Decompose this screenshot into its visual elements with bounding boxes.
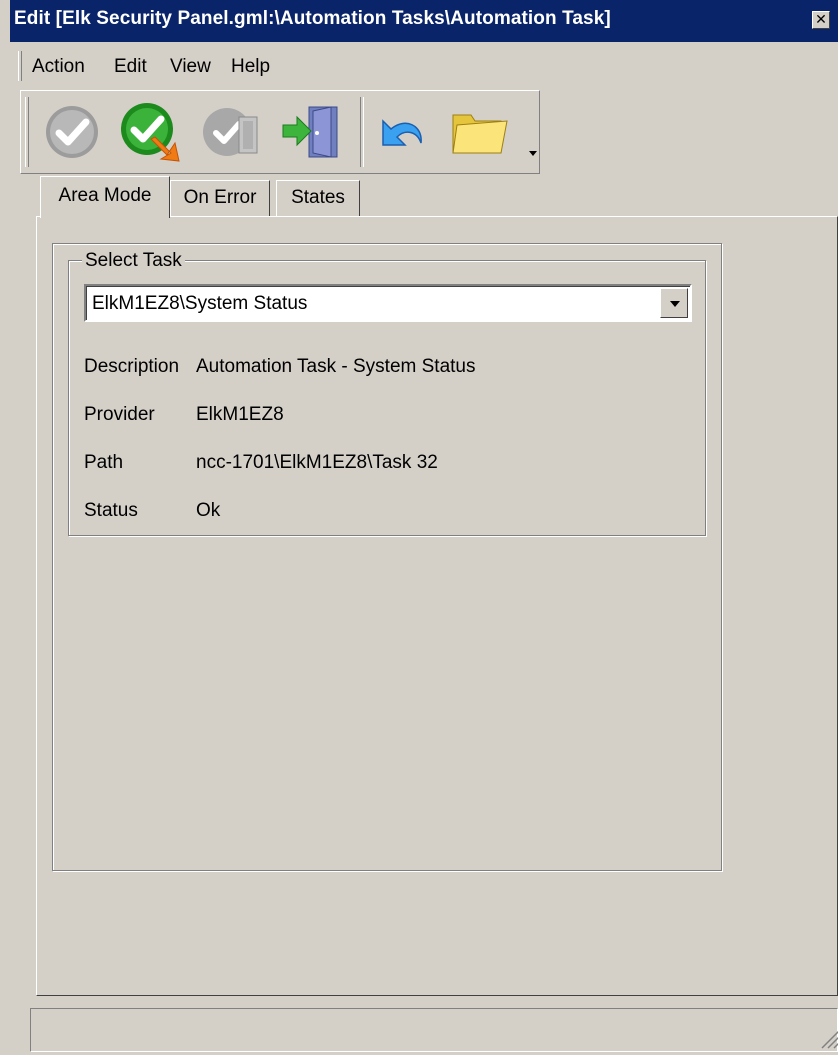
path-value: ncc-1701\ElkM1EZ8\Task 32 xyxy=(196,452,438,473)
task-select[interactable]: ElkM1EZ8\System Status xyxy=(84,284,692,322)
window-title: Edit [Elk Security Panel.gml:\Automation… xyxy=(14,8,611,29)
toolbar-separator xyxy=(360,97,364,167)
select-task-legend: Select Task xyxy=(82,250,185,272)
exit-button[interactable] xyxy=(279,99,345,163)
toolbar-dropdown-icon[interactable] xyxy=(529,151,537,156)
exit-door-icon xyxy=(282,106,338,158)
description-value: Automation Task - System Status xyxy=(196,356,476,377)
toolbar xyxy=(20,90,540,174)
toolbar-grip[interactable] xyxy=(25,97,29,167)
menubar-grip[interactable] xyxy=(18,51,22,81)
check-disabled-icon xyxy=(46,106,98,158)
close-button[interactable]: ✕ xyxy=(812,11,830,29)
description-label: Description xyxy=(84,356,180,377)
check-door-disabled-icon xyxy=(203,108,258,156)
title-bar[interactable]: Edit [Elk Security Panel.gml:\Automation… xyxy=(10,0,838,42)
close-icon: ✕ xyxy=(815,11,827,27)
edit-window: Edit [Elk Security Panel.gml:\Automation… xyxy=(10,0,838,1055)
apply-button[interactable] xyxy=(117,99,183,163)
menu-edit[interactable]: Edit xyxy=(114,56,147,78)
ok-button[interactable] xyxy=(39,99,105,163)
tab-states[interactable]: States xyxy=(276,180,360,216)
path-label: Path xyxy=(84,452,124,473)
chevron-down-icon[interactable] xyxy=(660,288,688,318)
menu-view[interactable]: View xyxy=(170,56,211,78)
ok-close-button[interactable] xyxy=(199,99,265,163)
undo-icon xyxy=(382,119,422,146)
open-folder-button[interactable] xyxy=(443,99,509,163)
menu-help[interactable]: Help xyxy=(231,56,270,78)
menu-bar: Action Edit View Help xyxy=(10,45,838,87)
status-value: Ok xyxy=(196,500,221,521)
status-label: Status xyxy=(84,500,138,521)
apply-icon xyxy=(121,103,180,162)
menu-action[interactable]: Action xyxy=(32,56,85,78)
folder-icon xyxy=(452,114,508,154)
task-select-value: ElkM1EZ8\System Status xyxy=(92,293,308,314)
resize-grip-icon[interactable] xyxy=(818,1022,838,1050)
status-bar xyxy=(30,1008,838,1052)
provider-label: Provider xyxy=(84,404,155,425)
undo-button[interactable] xyxy=(369,99,435,163)
tab-on-error[interactable]: On Error xyxy=(170,180,270,216)
tab-area-mode[interactable]: Area Mode xyxy=(40,176,170,218)
provider-value: ElkM1EZ8 xyxy=(196,404,284,425)
